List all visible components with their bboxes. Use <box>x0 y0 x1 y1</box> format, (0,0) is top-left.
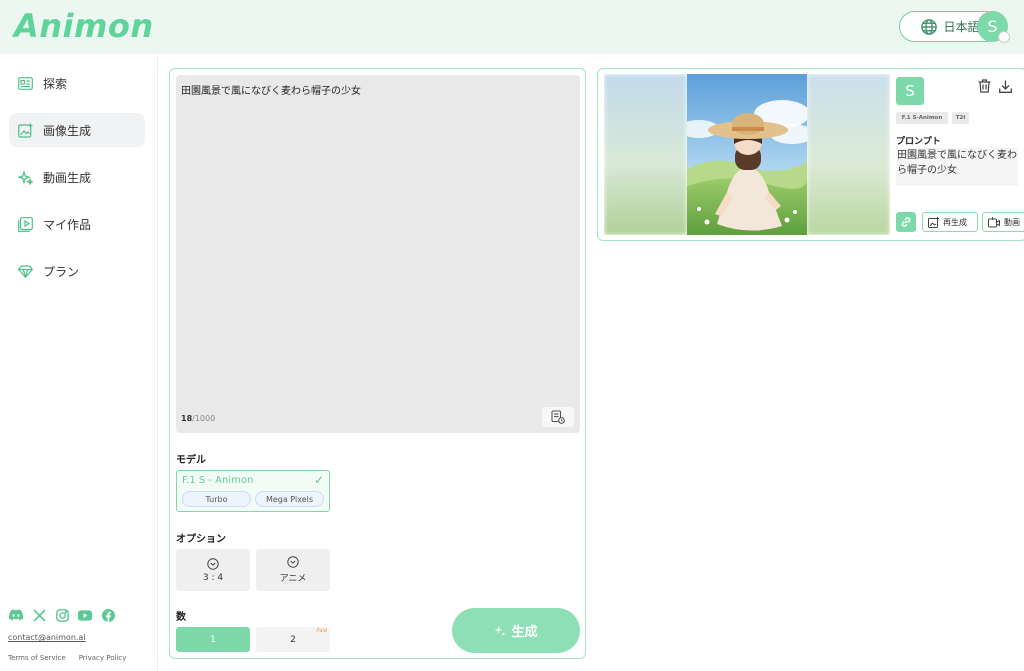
aspect-ratio-value: 3 : 4 <box>202 572 224 583</box>
sidebar-item-label: 動画生成 <box>43 170 92 185</box>
link-icon <box>901 217 911 227</box>
sidebar-item-explore[interactable]: 探索 <box>9 66 145 100</box>
prompt-text: 田園風景で風になびく麦わら帽子の少女 <box>181 86 361 97</box>
generated-image[interactable] <box>687 74 807 235</box>
sidebar-item-label: 画像生成 <box>43 123 92 138</box>
contact-email-link[interactable]: contact@animon.ai <box>8 633 86 642</box>
image-regenerate-icon <box>928 216 939 228</box>
x-icon[interactable] <box>32 608 46 622</box>
prompt-textarea[interactable]: 田園風景で風になびく麦わら帽子の少女 18/1000 <box>176 75 580 433</box>
model-section-label: モデル <box>176 455 206 466</box>
download-button[interactable] <box>997 78 1013 94</box>
download-icon <box>998 80 1012 93</box>
count-option-value: 2 <box>290 634 296 645</box>
regenerate-button[interactable]: 再生成 <box>922 212 978 232</box>
image-generate-icon <box>18 123 33 138</box>
facebook-icon[interactable] <box>101 608 115 622</box>
my-works-icon <box>18 216 33 232</box>
paid-tag: Paid <box>316 628 327 634</box>
char-counter: 18/1000 <box>181 414 215 423</box>
copy-link-button[interactable] <box>896 212 916 232</box>
image-blur-background <box>604 74 687 235</box>
globe-icon <box>921 18 938 35</box>
avatar-badge-icon <box>998 31 1010 43</box>
video-icon <box>988 216 1000 227</box>
sparkle-icon <box>494 625 506 636</box>
terms-of-service-link[interactable]: Terms of Service <box>8 654 66 662</box>
app-logo[interactable]: Animon <box>14 7 154 45</box>
explore-icon <box>18 76 33 91</box>
social-links <box>9 608 115 622</box>
instagram-icon[interactable] <box>55 608 69 622</box>
mode-tag: T2I <box>952 112 969 124</box>
privacy-policy-link[interactable]: Privacy Policy <box>79 654 127 662</box>
count-option-2[interactable]: 2 Paid <box>256 627 330 652</box>
generate-button[interactable]: 生成 <box>452 608 580 653</box>
model-name: F.1 S - Animon <box>182 475 254 486</box>
char-max: /1000 <box>192 414 216 423</box>
generator-panel: 田園風景で風になびく麦わら帽子の少女 18/1000 モデル F.1 S - A… <box>169 68 586 659</box>
result-info: S F.1 S-Animon T2I プロンプト 田園風景で風になびく麦わら帽子… <box>896 74 1024 238</box>
style-option[interactable]: アニメ <box>256 549 330 591</box>
prompt-history-icon <box>551 410 565 424</box>
model-card-selected[interactable]: F.1 S - Animon ✓ Turbo Mega Pixels <box>176 470 330 512</box>
sidebar-item-image-generate[interactable]: 画像生成 <box>9 113 145 147</box>
trash-icon <box>978 79 990 93</box>
sidebar-item-label: マイ作品 <box>43 217 92 232</box>
sparkle-icon <box>18 169 33 185</box>
youtube-icon[interactable] <box>78 608 92 622</box>
user-avatar-letter: S <box>987 17 998 36</box>
count-option-1[interactable]: 1 <box>176 627 250 652</box>
count-section-label: 数 <box>176 612 186 623</box>
sidebar-item-label: プラン <box>43 264 80 279</box>
check-icon: ✓ <box>313 473 324 487</box>
prompt-label: プロンプト <box>896 137 941 147</box>
video-label: 動画 <box>1004 217 1020 227</box>
regenerate-label: 再生成 <box>943 217 967 227</box>
sidebar-item-label: 探索 <box>43 76 68 91</box>
discord-icon[interactable] <box>9 608 23 622</box>
model-tag-mega-pixels: Mega Pixels <box>255 491 324 507</box>
style-value: アニメ <box>279 574 307 584</box>
sidebar: 探索 画像生成 動画生成 マイ作品 プラン contact@animon.ai … <box>0 54 158 671</box>
chevron-down-circle-icon <box>287 556 299 568</box>
prompt-tool-button[interactable] <box>542 407 574 427</box>
aspect-ratio-option[interactable]: 3 : 4 <box>176 549 250 591</box>
generated-image-area[interactable] <box>604 74 890 235</box>
user-avatar[interactable]: S <box>977 11 1010 43</box>
chevron-down-circle-icon <box>207 557 219 570</box>
model-tag: F.1 S-Animon <box>896 112 948 124</box>
creator-avatar[interactable]: S <box>896 77 924 105</box>
image-blur-background <box>807 74 890 235</box>
delete-button[interactable] <box>976 78 992 94</box>
diamond-icon <box>18 264 33 279</box>
language-label: 日本語 <box>943 20 980 34</box>
legal-links: Terms of Service Privacy Policy <box>8 654 126 662</box>
char-count: 18 <box>181 414 193 423</box>
sidebar-item-plan[interactable]: プラン <box>9 254 145 288</box>
result-card: S F.1 S-Animon T2I プロンプト 田園風景で風になびく麦わら帽子… <box>597 68 1024 241</box>
model-tag-turbo: Turbo <box>182 491 251 507</box>
generate-label: 生成 <box>511 625 538 640</box>
prompt-preview: 田園風景で風になびく麦わら帽子の少女 <box>896 148 1018 186</box>
sidebar-item-my-works[interactable]: マイ作品 <box>9 207 145 241</box>
options-section-label: オプション <box>176 534 226 545</box>
video-generate-button[interactable]: 動画 <box>982 212 1024 232</box>
sidebar-item-video-generate[interactable]: 動画生成 <box>9 160 145 194</box>
top-header: Animon 日本語 S <box>0 0 1024 54</box>
